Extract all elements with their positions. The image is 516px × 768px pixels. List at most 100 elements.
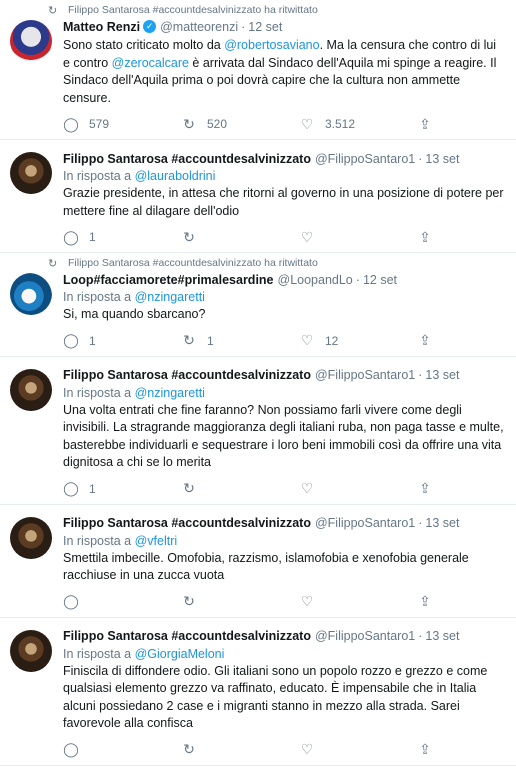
reply-icon: ◯ — [63, 228, 79, 245]
share-icon: ⇪ — [419, 593, 431, 609]
reply-prefix: In risposta a — [63, 646, 132, 661]
author-handle[interactable]: @LoopandLo — [278, 273, 353, 287]
retweet-icon: ↻ — [183, 480, 195, 496]
tweet[interactable]: ↻ Filippo Santarosa #accountdesalvinizzat… — [0, 253, 516, 357]
retweet-button[interactable]: ↻ — [181, 229, 299, 246]
author-name[interactable]: Loop#facciamorete#primalesardine — [63, 273, 274, 287]
tweet[interactable]: ↻ Filippo Santarosa #accountdesalvinizzat… — [0, 0, 516, 140]
share-button[interactable]: ⇪ — [417, 593, 457, 610]
reply-context: In risposta a @nzingaretti — [63, 290, 506, 304]
avatar[interactable] — [10, 152, 52, 194]
author-handle[interactable]: @FilippoSantaro1 — [315, 152, 415, 166]
tweet-header: Filippo Santarosa #accountdesalvinizzato… — [63, 367, 506, 384]
tweet-actions: ◯ 1 ↻ 1 ♡ 12 ⇪ — [63, 326, 506, 356]
like-button[interactable]: ♡ — [299, 741, 417, 758]
retweet-icon: ↻ — [183, 593, 195, 609]
timeline-feed: ↻ Filippo Santarosa #accountdesalvinizzat… — [0, 0, 516, 768]
author-handle[interactable]: @FilippoSantaro1 — [315, 368, 415, 382]
reply-count: 579 — [89, 117, 110, 131]
author-name[interactable]: Filippo Santarosa #accountdesalvinizzato — [63, 629, 311, 643]
reply-button[interactable]: ◯ 1 — [63, 332, 181, 349]
author-handle[interactable]: @FilippoSantaro1 — [315, 629, 415, 643]
retweet-button[interactable]: ↻ — [181, 480, 299, 497]
tweet[interactable]: Filippo Santarosa #accountdesalvinizzato… — [0, 357, 516, 505]
reply-to-mention[interactable]: @lauraboldrini — [135, 169, 216, 183]
author-handle[interactable]: @FilippoSantaro1 — [315, 516, 415, 530]
retweet-icon: ↻ — [183, 332, 195, 348]
reply-to-mention[interactable]: @vfeltri — [135, 534, 178, 548]
reply-context: In risposta a @GiorgiaMeloni — [63, 647, 506, 661]
retweeted-by-label: Filippo Santarosa #accountdesalvinizzato… — [68, 4, 318, 16]
mention-link[interactable]: @zerocalcare — [112, 56, 189, 70]
reply-button[interactable]: ◯ 1 — [63, 480, 181, 497]
reply-button[interactable]: ◯ — [63, 741, 181, 758]
heart-icon: ♡ — [300, 332, 314, 348]
tweet-date[interactable]: 12 set — [363, 273, 397, 287]
tweet-header: Filippo Santarosa #accountdesalvinizzato… — [63, 515, 506, 532]
tweet-header: Filippo Santarosa #accountdesalvinizzato… — [63, 628, 506, 645]
author-name[interactable]: Filippo Santarosa #accountdesalvinizzato — [63, 368, 311, 382]
text-segment: Sono stato criticato molto da — [63, 38, 225, 52]
separator-dot: · — [418, 516, 423, 530]
tweet-date[interactable]: 13 set — [425, 516, 459, 530]
heart-icon: ♡ — [300, 115, 314, 132]
text-segment: Una volta entrati che fine faranno? Non … — [63, 402, 504, 470]
avatar[interactable] — [10, 273, 52, 315]
reply-button[interactable]: ◯ 1 — [63, 229, 181, 246]
tweet-actions: ◯ 1 ↻ ♡ ⇪ — [63, 474, 506, 504]
author-name[interactable]: Filippo Santarosa #accountdesalvinizzato — [63, 516, 311, 530]
verified-badge-icon: ✓ — [143, 20, 157, 33]
retweet-count: 520 — [207, 117, 228, 131]
tweet[interactable]: Filippo Santarosa #accountdesalvinizzato… — [0, 140, 516, 253]
retweet-icon: ↻ — [183, 228, 195, 245]
share-button[interactable]: ⇪ — [417, 116, 457, 133]
tweet-date[interactable]: 12 set — [248, 20, 282, 34]
retweet-button[interactable]: ↻ 1 — [181, 332, 299, 349]
like-button[interactable]: ♡ — [299, 480, 417, 497]
tweet-date[interactable]: 13 set — [425, 368, 459, 382]
avatar[interactable] — [10, 629, 52, 672]
tweet[interactable]: Filippo Santarosa #accountdesalvinizzato… — [0, 618, 516, 766]
tweet-text: Si, ma quando sbarcano? — [63, 306, 506, 324]
avatar[interactable] — [10, 20, 52, 62]
tweet-header: Filippo Santarosa #accountdesalvinizzato… — [63, 150, 506, 167]
retweet-button[interactable]: ↻ 520 — [181, 116, 299, 133]
author-name[interactable]: Filippo Santarosa #accountdesalvinizzato — [63, 152, 311, 166]
reply-button[interactable]: ◯ — [63, 593, 181, 610]
reply-to-mention[interactable]: @nzingaretti — [135, 290, 205, 304]
tweet-date[interactable]: 13 set — [425, 152, 459, 166]
author-name[interactable]: Matteo Renzi — [63, 20, 140, 34]
reply-prefix: In risposta a — [63, 290, 132, 304]
tweet-header: Matteo Renzi ✓ @matteorenzi · 12 set — [63, 18, 506, 35]
reply-icon: ◯ — [63, 332, 79, 348]
tweet-date[interactable]: 13 set — [425, 629, 459, 643]
share-button[interactable]: ⇪ — [417, 229, 457, 246]
mention-link[interactable]: @robertosaviano — [224, 38, 319, 52]
reply-button[interactable]: ◯ 579 — [63, 116, 181, 133]
share-button[interactable]: ⇪ — [417, 480, 457, 497]
avatar[interactable] — [10, 516, 52, 559]
share-icon: ⇪ — [419, 741, 431, 757]
retweet-button[interactable]: ↻ — [181, 593, 299, 610]
like-button[interactable]: ♡ 12 — [299, 332, 417, 349]
like-button[interactable]: ♡ — [299, 593, 417, 610]
reply-count: 1 — [89, 333, 96, 348]
tweet-header: Loop#facciamorete#primalesardine @Loopand… — [63, 271, 506, 288]
retweet-button[interactable]: ↻ — [181, 741, 299, 758]
tweet-text: Finiscila di diffondere odio. Gli italia… — [63, 663, 506, 733]
reply-prefix: In risposta a — [63, 169, 132, 183]
like-button[interactable]: ♡ — [299, 229, 417, 246]
reply-to-mention[interactable]: @nzingaretti — [135, 386, 205, 400]
reply-to-mention[interactable]: @GiorgiaMeloni — [135, 647, 225, 661]
share-button[interactable]: ⇪ — [417, 741, 457, 758]
reply-count: 1 — [89, 230, 96, 244]
author-handle[interactable]: @matteorenzi — [160, 20, 238, 34]
share-button[interactable]: ⇪ — [417, 332, 457, 349]
like-button[interactable]: ♡ 3.512 — [299, 116, 417, 133]
tweet[interactable]: Filippo Santarosa #accountdesalvinizzato… — [0, 505, 516, 618]
text-segment: Smettila imbecille. Omofobia, razzismo, … — [63, 550, 469, 583]
tweet-actions: ◯ ↻ ♡ ⇪ — [63, 587, 506, 617]
text-segment: Si, ma quando sbarcano? — [63, 307, 206, 321]
reply-icon: ◯ — [63, 593, 79, 609]
avatar[interactable] — [10, 368, 52, 411]
